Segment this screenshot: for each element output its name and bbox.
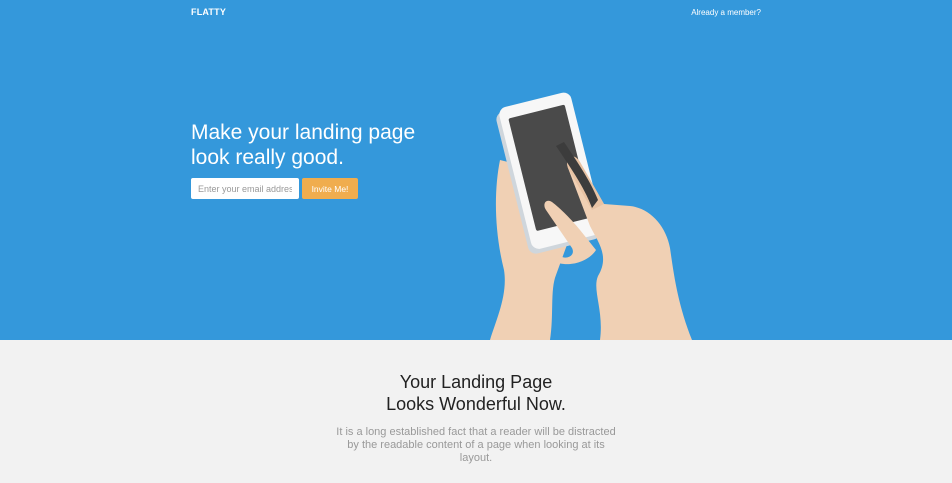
section-description: It is a long established fact that a rea… (336, 426, 616, 464)
section-title: Your Landing Page Looks Wonderful Now. (326, 371, 626, 415)
hero-section: FLATTY Already a member? Make your landi… (0, 0, 952, 340)
hero-headline: Make your landing page look really good. (191, 120, 491, 170)
invite-button[interactable]: Invite Me! (302, 178, 358, 199)
section-title-line-2: Looks Wonderful Now. (386, 394, 566, 414)
features-section: Your Landing Page Looks Wonderful Now. I… (0, 340, 952, 483)
email-input[interactable] (191, 178, 299, 199)
brand-logo[interactable]: FLATTY (191, 7, 226, 17)
section-title-line-1: Your Landing Page (399, 372, 553, 392)
hand-holding-phone-icon (490, 92, 692, 340)
already-member-link[interactable]: Already a member? (691, 8, 761, 17)
hero-headline-line-1: Make your landing page (191, 121, 416, 144)
hero-headline-line-2: look really good. (191, 146, 344, 169)
signup-form: Invite Me! (191, 178, 358, 199)
